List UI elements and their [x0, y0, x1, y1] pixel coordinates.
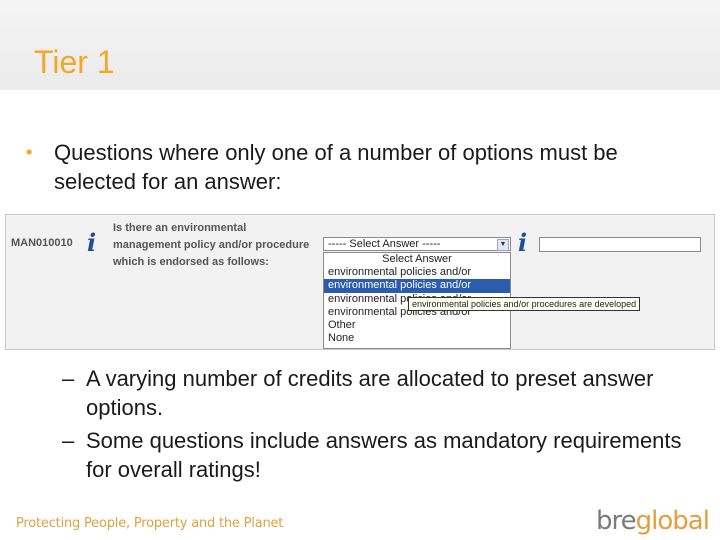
answer-select[interactable]: ----- Select Answer ----- ▼: [323, 237, 511, 251]
dropdown-option[interactable]: Select Answer: [324, 253, 510, 266]
footer-tagline: Protecting People, Property and the Plan…: [16, 516, 284, 531]
chevron-down-icon[interactable]: ▼: [497, 239, 509, 251]
dash-marker: –: [62, 428, 75, 453]
info-icon[interactable]: i: [87, 228, 96, 257]
bullet-dot-icon: •: [26, 142, 33, 162]
dropdown-option-highlighted[interactable]: environmental policies and/or: [324, 279, 510, 293]
sub-bullet-text: Some questions include answers as mandat…: [86, 428, 682, 482]
dropdown-option[interactable]: Other: [324, 319, 510, 332]
logo-part-global: global: [635, 506, 710, 536]
dropdown-option[interactable]: environmental policies and/or: [324, 266, 510, 279]
answer-select-value: ----- Select Answer -----: [328, 238, 441, 250]
sub-bullet-text: A varying number of credits are allocate…: [86, 366, 654, 420]
dash-marker: –: [62, 366, 75, 391]
main-bullet-text: Questions where only one of a number of …: [54, 140, 618, 194]
question-text: Is there an environmental management pol…: [113, 222, 310, 268]
logo-part-bre: bre: [596, 506, 637, 536]
answer-text-field[interactable]: [539, 237, 701, 252]
info-icon[interactable]: i: [518, 228, 527, 257]
form-screenshot: MAN010010 i Is there an environmental ma…: [5, 214, 715, 350]
slide-title: Tier 1: [34, 44, 115, 80]
bre-global-logo: breglobal: [596, 506, 710, 536]
dropdown-option[interactable]: None: [324, 332, 510, 345]
option-tooltip: environmental policies and/or procedures…: [408, 297, 641, 311]
question-id: MAN010010: [11, 237, 73, 249]
